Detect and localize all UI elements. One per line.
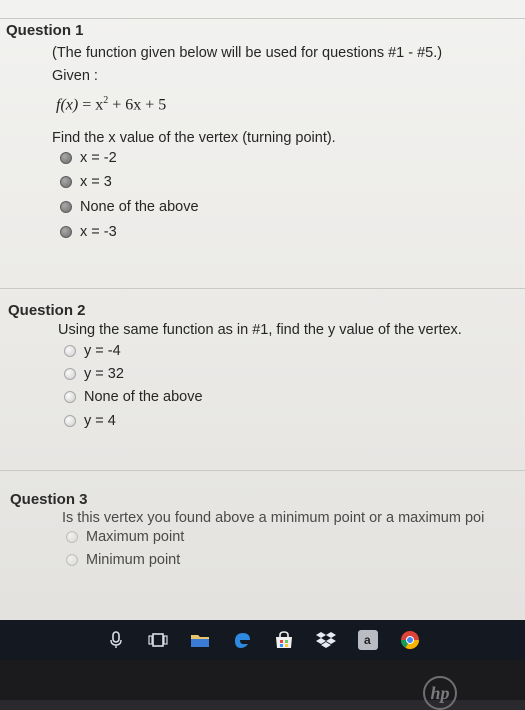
question-1-prompt: Find the x value of the vertex (turning …	[52, 130, 336, 146]
option-label: x = -3	[80, 224, 117, 240]
question-divider	[0, 288, 525, 289]
q1-option-4[interactable]: x = -3	[60, 224, 117, 240]
option-label: None of the above	[84, 389, 203, 405]
option-label: y = 4	[84, 413, 116, 429]
q2-option-1[interactable]: y = -4	[64, 343, 121, 359]
radio-button-icon[interactable]	[60, 176, 72, 188]
function-formula: f(x) = x2 + 6x + 5	[56, 95, 166, 114]
task-view-icon[interactable]	[147, 629, 169, 651]
radio-button-icon[interactable]	[64, 391, 76, 403]
radio-button-icon[interactable]	[66, 531, 78, 543]
question-divider	[0, 18, 525, 19]
amazon-icon[interactable]: a	[357, 629, 379, 651]
hp-logo: hp	[423, 676, 457, 710]
question-divider	[0, 470, 525, 471]
question-1-instruction: (The function given below will be used f…	[52, 45, 443, 61]
option-label: x = -2	[80, 150, 117, 166]
chrome-icon[interactable]	[399, 629, 421, 651]
q1-option-2[interactable]: x = 3	[60, 174, 112, 190]
store-icon[interactable]	[273, 629, 295, 651]
option-label: None of the above	[80, 199, 199, 215]
formula-rhs-after: + 6x + 5	[108, 96, 167, 114]
option-label: Maximum point	[86, 529, 185, 545]
q1-option-3[interactable]: None of the above	[60, 199, 199, 215]
q2-option-2[interactable]: y = 32	[64, 366, 124, 382]
svg-text:a: a	[364, 633, 371, 647]
question-1-title: Question 1	[6, 22, 84, 39]
q3-option-1[interactable]: Maximum point	[66, 529, 184, 545]
taskbar: a	[0, 620, 525, 660]
question-2-prompt: Using the same function as in #1, find t…	[58, 322, 462, 338]
quiz-screen: Question 1 (The function given below wil…	[0, 0, 525, 620]
q2-option-4[interactable]: y = 4	[64, 413, 116, 429]
radio-button-icon[interactable]	[64, 368, 76, 380]
radio-button-icon[interactable]	[60, 226, 72, 238]
question-3-prompt: Is this vertex you found above a minimum…	[62, 510, 485, 526]
q3-option-2[interactable]: Minimum point	[66, 552, 180, 568]
formula-rhs-before: = x	[82, 96, 104, 114]
radio-button-icon[interactable]	[60, 201, 72, 213]
option-label: Minimum point	[86, 552, 181, 568]
hp-logo-text: hp	[430, 682, 450, 703]
option-label: y = 32	[84, 366, 124, 382]
question-3-title: Question 3	[10, 491, 88, 508]
edge-icon[interactable]	[231, 629, 253, 651]
radio-button-icon[interactable]	[64, 345, 76, 357]
option-label: y = -4	[84, 343, 121, 359]
question-1-given-label: Given :	[52, 68, 98, 84]
dropbox-icon[interactable]	[315, 629, 337, 651]
radio-button-icon[interactable]	[64, 415, 76, 427]
option-label: x = 3	[80, 174, 112, 190]
q2-option-3[interactable]: None of the above	[64, 389, 203, 405]
q1-option-1[interactable]: x = -2	[60, 150, 117, 166]
radio-button-icon[interactable]	[66, 554, 78, 566]
file-explorer-icon[interactable]	[189, 629, 211, 651]
formula-lhs: f(x)	[56, 96, 79, 114]
radio-button-icon[interactable]	[60, 152, 72, 164]
microphone-icon[interactable]	[105, 629, 127, 651]
question-2-title: Question 2	[8, 302, 86, 319]
